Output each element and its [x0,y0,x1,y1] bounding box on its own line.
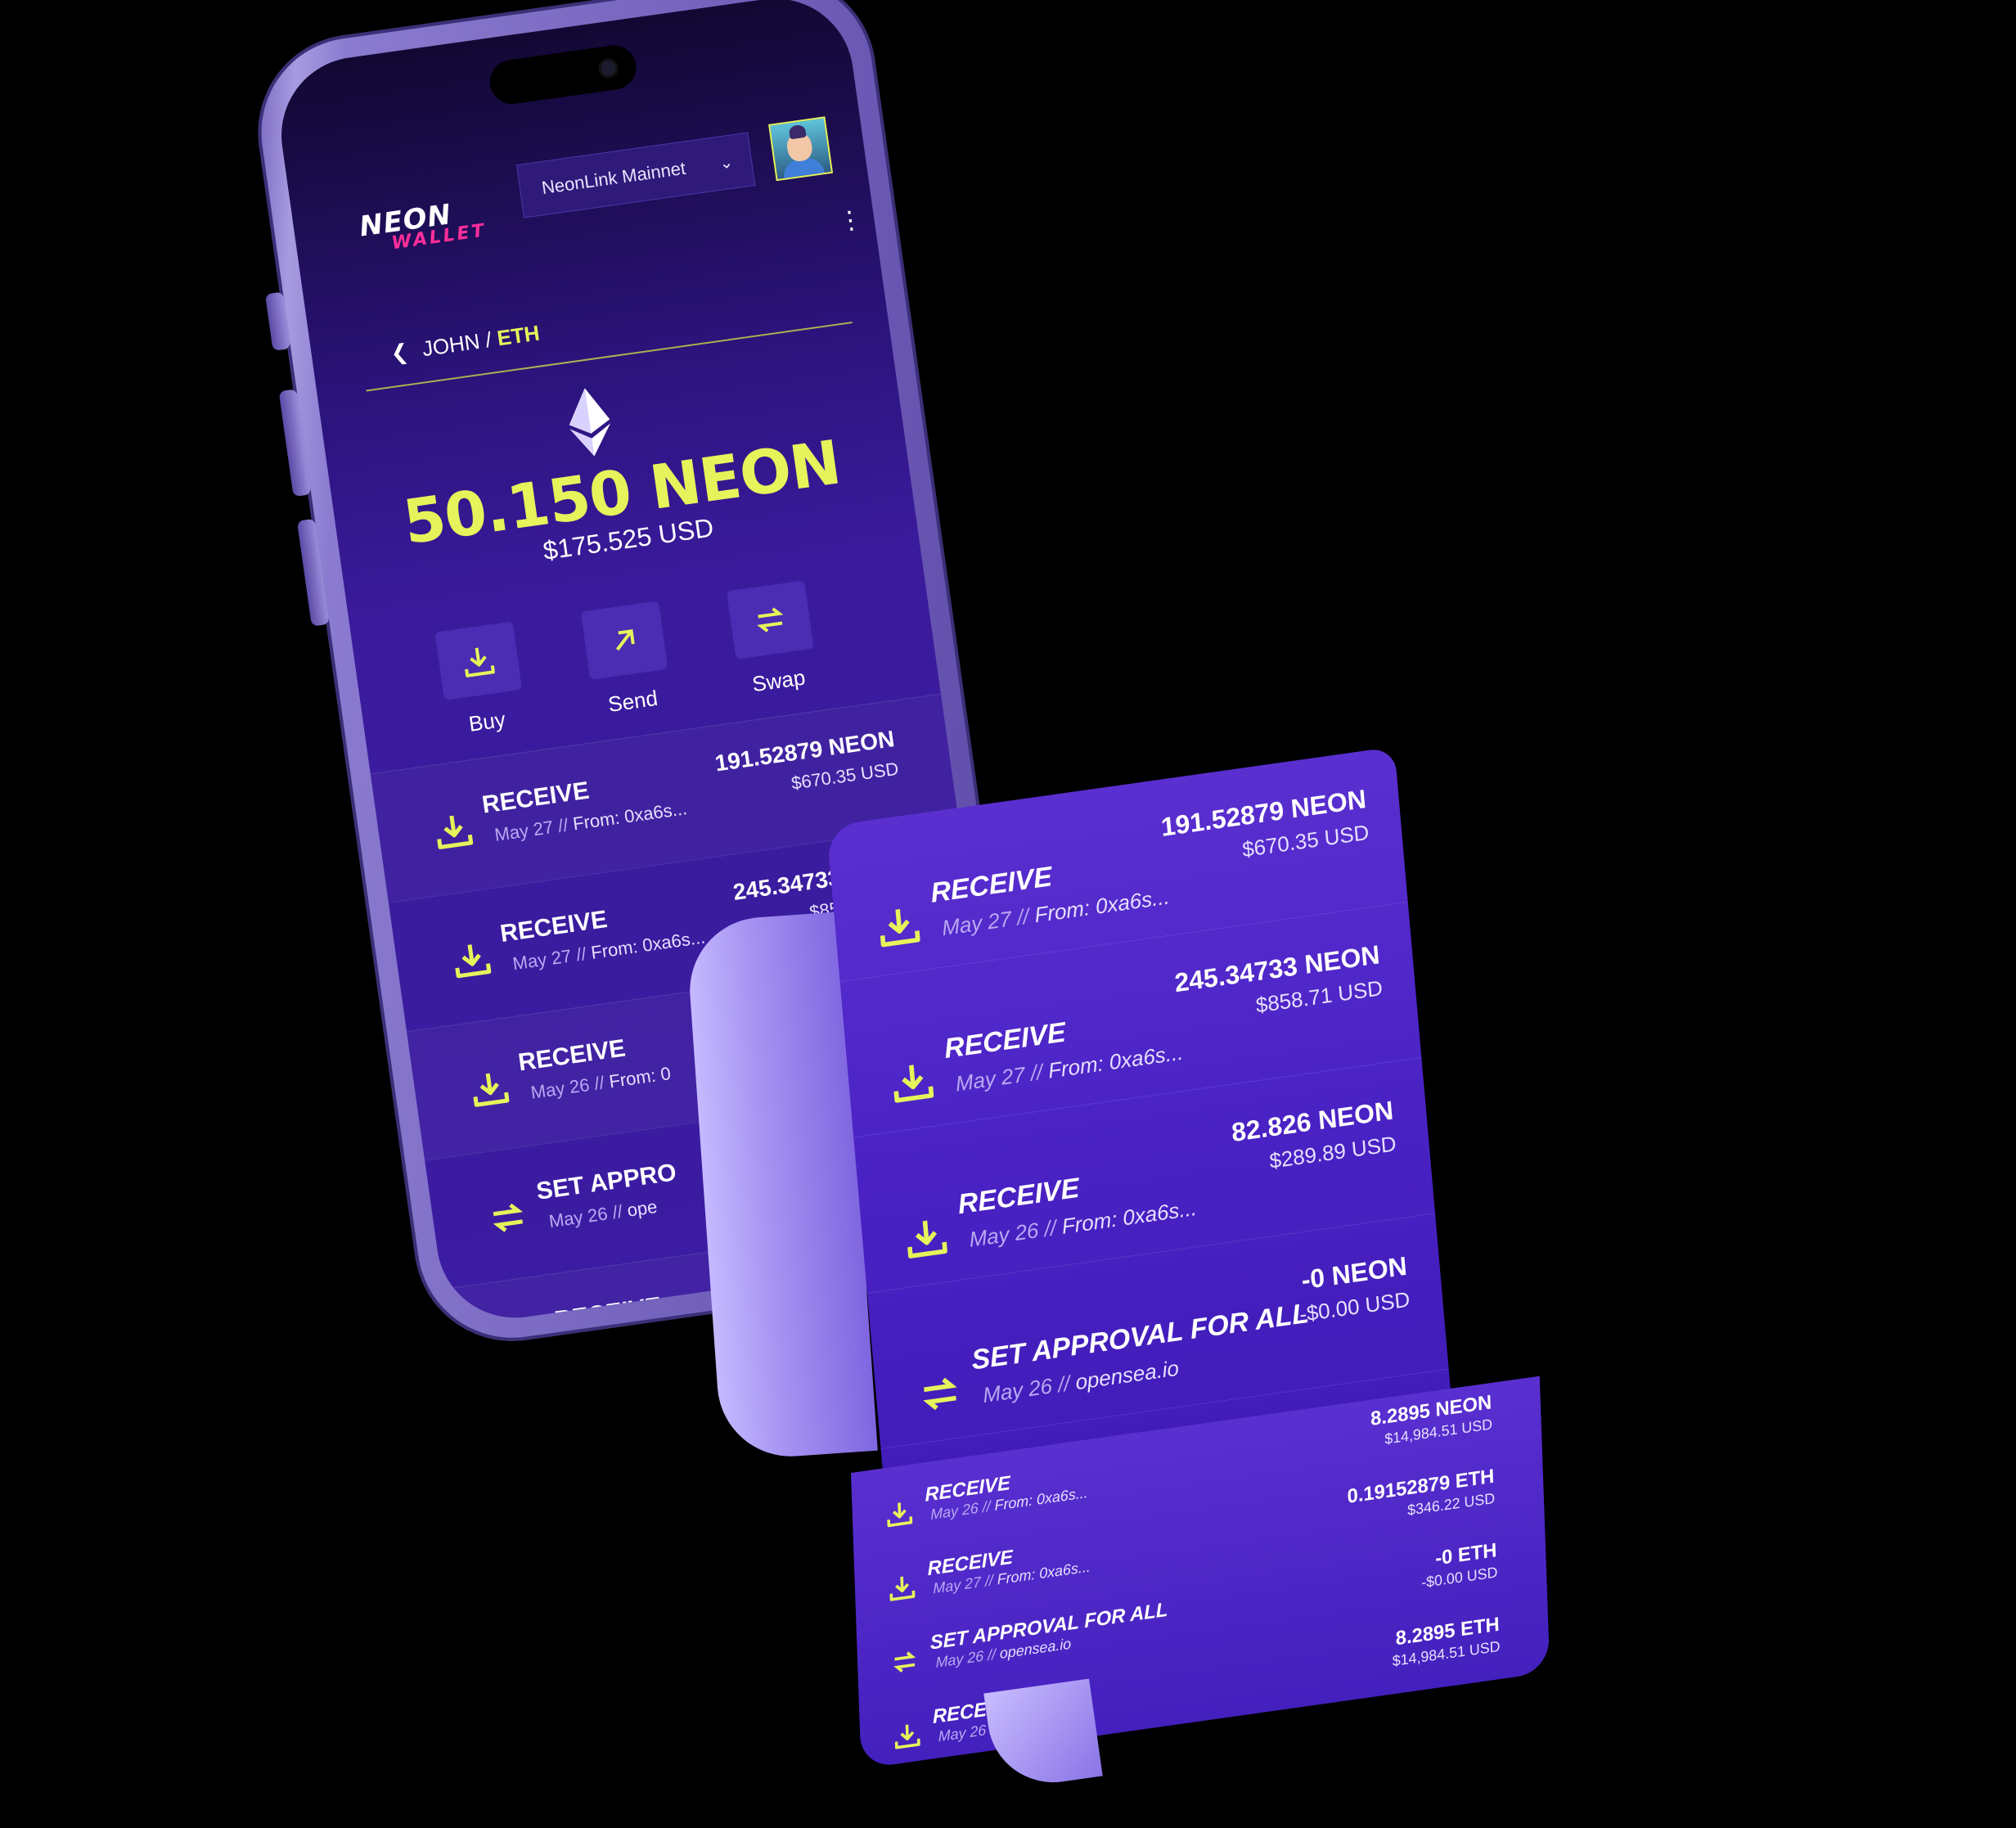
transaction-from: From: 0 [607,1062,673,1092]
avatar[interactable] [768,116,834,182]
transaction-separator: // [587,1071,611,1095]
download-icon [430,808,476,854]
breadcrumb: ❮ JOHN / ETH [389,321,541,367]
transaction-from: ope [625,1195,659,1221]
transaction-date: May 27 [954,1061,1026,1096]
ethereum-icon [569,388,610,457]
receipt-curl-end [983,1678,1103,1791]
download-icon [448,937,494,983]
buy-button[interactable]: Buy [425,620,538,741]
swap-icon [916,1368,965,1421]
transaction-date: May 27 [941,906,1013,941]
volume-down-button [296,518,330,627]
app-header: NEON WALLET NeonLink Mainnet ⌄ ⋮ ❮ JOHN … [272,0,883,392]
download-icon [884,1497,915,1531]
transaction-title: RECEIVE [552,1292,664,1328]
transaction-separator: // [605,1200,629,1224]
download-icon [887,1571,917,1605]
transaction-date: May 26 [529,1074,592,1103]
balance-block: 50.150 NEON $175.525 USD [331,418,916,595]
transaction-separator: // [1010,903,1036,931]
chevron-down-icon: ⌄ [718,153,735,173]
breadcrumb-asset: ETH [495,320,542,351]
send-label: Send [606,685,659,717]
network-label: NeonLink Mainnet [540,157,687,199]
transaction-from: opensea.io [1074,1355,1181,1395]
breadcrumb-user[interactable]: JOHN [421,329,481,362]
download-icon [503,1323,549,1327]
swap-button[interactable]: Swap [717,579,829,700]
swap-label: Swap [750,664,808,697]
transaction-date: May 26 [982,1373,1054,1408]
swap-icon [485,1195,531,1240]
buy-label: Buy [466,706,507,736]
avatar-hair [788,124,807,140]
transaction-usd: -$0.00 USD [1420,1564,1498,1592]
transaction-date: May 27 [511,945,573,975]
transaction-date: May 26 [968,1218,1040,1252]
send-button[interactable]: Send [571,600,683,721]
arrow-up-right-icon [615,629,635,651]
swap-icon [889,1645,920,1678]
transaction-separator: // [1037,1214,1064,1242]
download-icon [888,1056,937,1109]
download-icon [875,901,924,953]
transaction-from: From: 0xa6s... [1046,1039,1185,1083]
transaction-separator: // [1051,1370,1077,1398]
transaction-from: From: 0xa6s... [1060,1195,1198,1239]
download-icon [892,1719,922,1753]
transaction-separator: // [978,1497,995,1516]
transaction-date: May 26 [547,1203,610,1232]
volume-up-button [278,389,312,498]
transaction-separator: // [569,943,593,966]
swap-icon [757,607,784,633]
download-icon [465,647,495,678]
network-selector[interactable]: NeonLink Mainnet ⌄ [515,132,756,218]
transaction-separator: // [1024,1058,1050,1087]
transaction-separator: // [980,1571,998,1591]
breadcrumb-separator: / [484,326,493,353]
transaction-date: May 27 [493,817,555,845]
transaction-from: From: 0xa6s... [1033,884,1171,928]
transaction-title: SET APPRO [534,1159,678,1205]
download-icon [467,1066,513,1112]
download-icon [902,1212,951,1264]
transaction-separator: // [551,813,575,837]
transaction-separator: // [983,1645,1001,1664]
more-menu-icon[interactable]: ⋮ [836,205,864,236]
back-chevron-icon[interactable]: ❮ [389,339,410,366]
mute-switch [264,291,291,351]
neon-wallet-logo[interactable]: NEON WALLET [358,196,488,258]
